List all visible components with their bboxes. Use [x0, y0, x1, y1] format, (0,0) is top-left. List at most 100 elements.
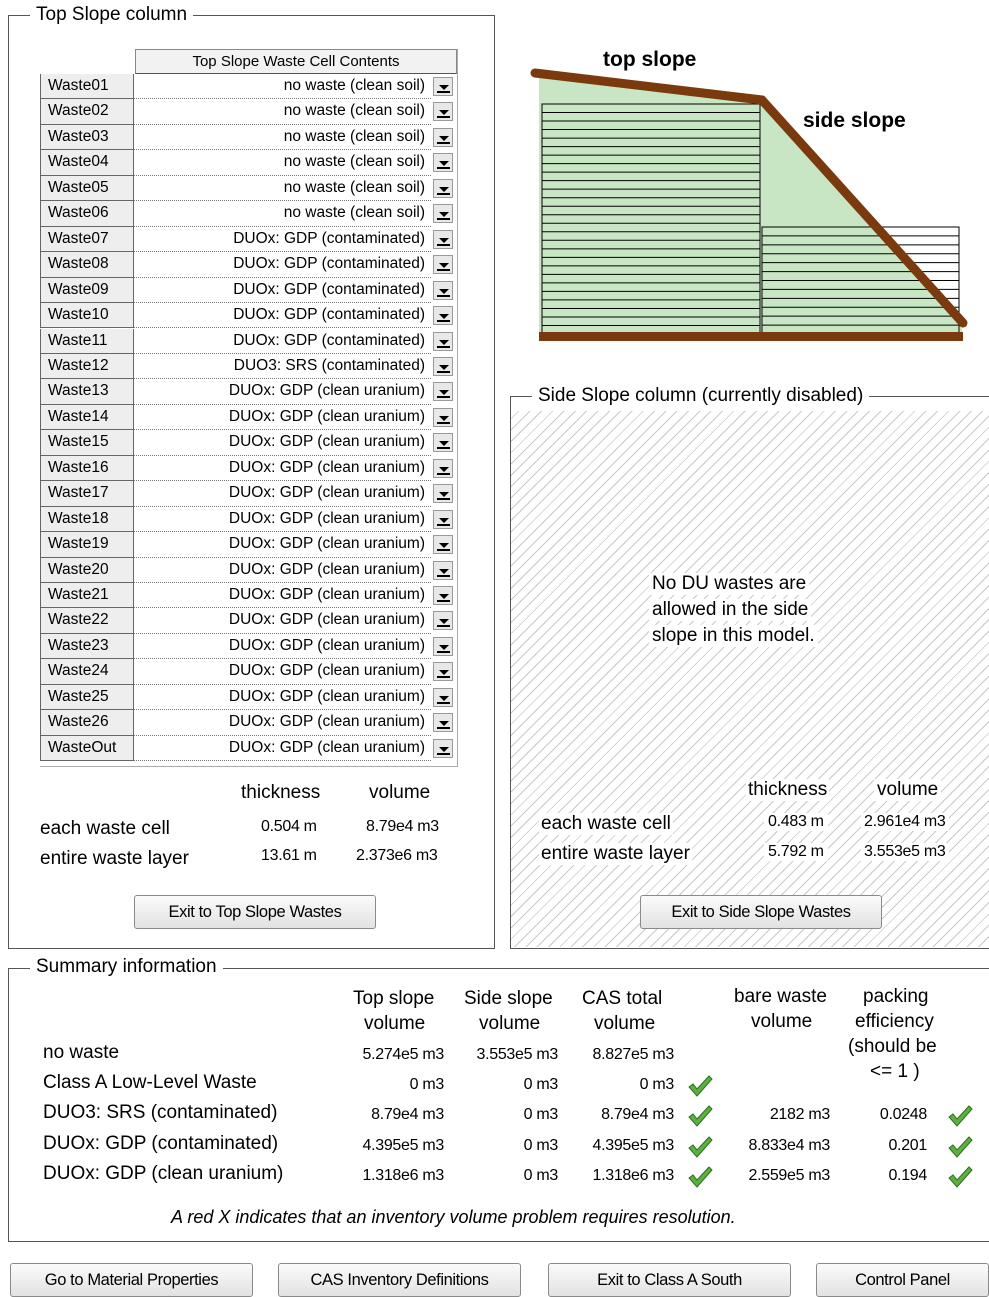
table-row: Waste06 no waste (clean soil): [40, 201, 458, 227]
exit-side-slope-button[interactable]: Exit to Side Slope Wastes: [640, 895, 882, 929]
summary-row-label: DUOx: GDP (clean uranium): [43, 1163, 284, 1184]
dropdown-arrow-icon[interactable]: [433, 331, 453, 351]
dropdown-arrow-icon[interactable]: [433, 356, 453, 376]
top-volume-header: volume: [369, 782, 431, 803]
summary-top-volume: 8.79e4 m3: [371, 1106, 444, 1123]
side-disabled-message-line1: No DU wastes are: [649, 573, 810, 595]
table-row: Waste23 DUOx: GDP (clean uranium): [40, 633, 458, 660]
material-properties-button[interactable]: Go to Material Properties: [10, 1263, 253, 1297]
dropdown-arrow-icon[interactable]: [433, 204, 453, 224]
waste-cell-select[interactable]: DUO3: SRS (contaminated): [134, 354, 431, 380]
waste-cell-label: Waste19: [40, 532, 134, 558]
waste-cell-label: Waste03: [40, 124, 134, 151]
waste-cell-select[interactable]: DUOx: GDP (clean uranium): [134, 507, 431, 533]
waste-cell-select[interactable]: no waste (clean soil): [134, 176, 431, 202]
dropdown-arrow-icon[interactable]: [433, 255, 453, 275]
dropdown-arrow-icon[interactable]: [433, 229, 453, 249]
waste-cell-label: Waste05: [40, 175, 134, 202]
dropdown-arrow-icon[interactable]: [433, 611, 453, 631]
dropdown-arrow-icon[interactable]: [433, 306, 453, 326]
waste-cell-select[interactable]: no waste (clean soil): [134, 74, 431, 100]
check-icon: [688, 1105, 713, 1127]
summary-group-title: Summary information: [30, 956, 223, 978]
dropdown-arrow-icon[interactable]: [433, 713, 453, 733]
waste-cell-select[interactable]: DUOx: GDP (clean uranium): [134, 379, 431, 405]
waste-cell-select[interactable]: DUOx: GDP (clean uranium): [134, 710, 431, 736]
exit-class-a-south-button[interactable]: Exit to Class A South: [548, 1263, 791, 1297]
waste-cell-select[interactable]: DUOx: GDP (clean uranium): [134, 583, 431, 609]
summary-packing-efficiency: 0.194: [888, 1167, 927, 1184]
dropdown-arrow-icon[interactable]: [433, 382, 453, 402]
dropdown-arrow-icon[interactable]: [433, 535, 453, 555]
dropdown-arrow-icon[interactable]: [433, 280, 453, 300]
summary-bare-volume: 2.559e5 m3: [748, 1167, 830, 1184]
top-layer-thickness: 13.61 m: [261, 847, 317, 864]
summary-header-bare-1: bare waste: [734, 986, 827, 1007]
waste-cell-select[interactable]: DUOx: GDP (clean uranium): [134, 532, 431, 558]
waste-cell-select[interactable]: DUOx: GDP (clean uranium): [134, 481, 431, 507]
side-thickness-header: thickness: [746, 779, 830, 801]
dropdown-arrow-icon[interactable]: [433, 127, 453, 147]
waste-cell-select[interactable]: DUOx: GDP (contaminated): [134, 278, 431, 304]
dropdown-arrow-icon[interactable]: [433, 586, 453, 605]
base-liner: [539, 332, 963, 341]
waste-cell-select[interactable]: DUOx: GDP (clean uranium): [134, 558, 431, 583]
dropdown-arrow-icon[interactable]: [433, 102, 453, 122]
table-row: Waste26 DUOx: GDP (clean uranium): [40, 710, 458, 736]
waste-cell-select[interactable]: DUOx: GDP (clean uranium): [134, 685, 431, 711]
waste-cell-select[interactable]: DUOx: GDP (contaminated): [134, 303, 431, 329]
cas-inventory-definitions-button[interactable]: CAS Inventory Definitions: [278, 1263, 521, 1297]
waste-cell-select[interactable]: DUOx: GDP (clean uranium): [134, 405, 431, 431]
summary-top-volume: 0 m3: [409, 1076, 445, 1093]
summary-packing-efficiency: 0.201: [888, 1137, 927, 1154]
waste-cell-select[interactable]: no waste (clean soil): [134, 150, 431, 176]
dropdown-arrow-icon[interactable]: [433, 738, 453, 758]
dropdown-arrow-icon[interactable]: [433, 77, 453, 96]
waste-cell-select[interactable]: DUOx: GDP (clean uranium): [134, 430, 431, 456]
summary-side-volume: 0 m3: [523, 1137, 559, 1154]
waste-cell-label: Waste15: [40, 430, 134, 456]
side-each-cell-thickness: 0.483 m: [764, 813, 828, 831]
waste-cell-select[interactable]: DUOx: GDP (clean uranium): [134, 659, 431, 685]
table-corner: [40, 49, 135, 74]
waste-cell-select[interactable]: no waste (clean soil): [134, 125, 431, 151]
side-slope-group: [510, 396, 989, 949]
table-row: Waste10 DUOx: GDP (contaminated): [40, 303, 458, 329]
dropdown-arrow-icon[interactable]: [433, 687, 453, 707]
waste-cell-select[interactable]: DUOx: GDP (contaminated): [134, 227, 431, 253]
waste-cell-select[interactable]: DUOx: GDP (contaminated): [134, 329, 431, 354]
dropdown-arrow-icon[interactable]: [433, 407, 453, 427]
side-volume-header: volume: [874, 779, 942, 801]
table-row: Waste25 DUOx: GDP (clean uranium): [40, 684, 458, 711]
waste-cell-select[interactable]: no waste (clean soil): [134, 99, 431, 125]
waste-cell-select[interactable]: DUOx: GDP (contaminated): [134, 252, 431, 278]
dropdown-arrow-icon[interactable]: [433, 484, 453, 504]
dropdown-arrow-icon[interactable]: [433, 662, 453, 682]
check-icon: [688, 1075, 713, 1097]
waste-cell-select[interactable]: DUOx: GDP (clean uranium): [134, 634, 431, 660]
waste-cell-label: Waste26: [40, 710, 134, 736]
waste-cell-select[interactable]: DUOx: GDP (clean uranium): [134, 736, 431, 762]
table-row: Waste01 no waste (clean soil): [40, 74, 458, 100]
summary-cas-volume: 0 m3: [639, 1076, 675, 1093]
waste-cell-select[interactable]: DUOx: GDP (clean uranium): [134, 456, 431, 482]
dropdown-arrow-icon[interactable]: [433, 509, 453, 529]
dropdown-arrow-icon[interactable]: [433, 458, 453, 478]
dropdown-arrow-icon[interactable]: [433, 636, 453, 656]
table-row: Waste17 DUOx: GDP (clean uranium): [40, 481, 458, 507]
dropdown-arrow-icon[interactable]: [433, 178, 453, 198]
side-disabled-message-line3: slope in this model.: [649, 625, 818, 647]
exit-top-slope-button[interactable]: Exit to Top Slope Wastes: [134, 895, 376, 929]
top-slope-label: top slope: [603, 48, 696, 71]
table-row: Waste08 DUOx: GDP (contaminated): [40, 252, 458, 278]
dropdown-arrow-icon[interactable]: [433, 153, 453, 173]
waste-cell-select[interactable]: DUOx: GDP (clean uranium): [134, 608, 431, 634]
dropdown-arrow-icon[interactable]: [433, 560, 453, 580]
table-row: Waste13 DUOx: GDP (clean uranium): [40, 379, 458, 405]
control-panel-button[interactable]: Control Panel: [816, 1263, 989, 1297]
landfill-cross-section-diagram: top slope side slope: [530, 48, 968, 341]
dropdown-arrow-icon[interactable]: [433, 433, 453, 453]
table-row: Waste02 no waste (clean soil): [40, 99, 458, 125]
table-row: Waste18 DUOx: GDP (clean uranium): [40, 506, 458, 533]
waste-cell-select[interactable]: no waste (clean soil): [134, 201, 431, 227]
